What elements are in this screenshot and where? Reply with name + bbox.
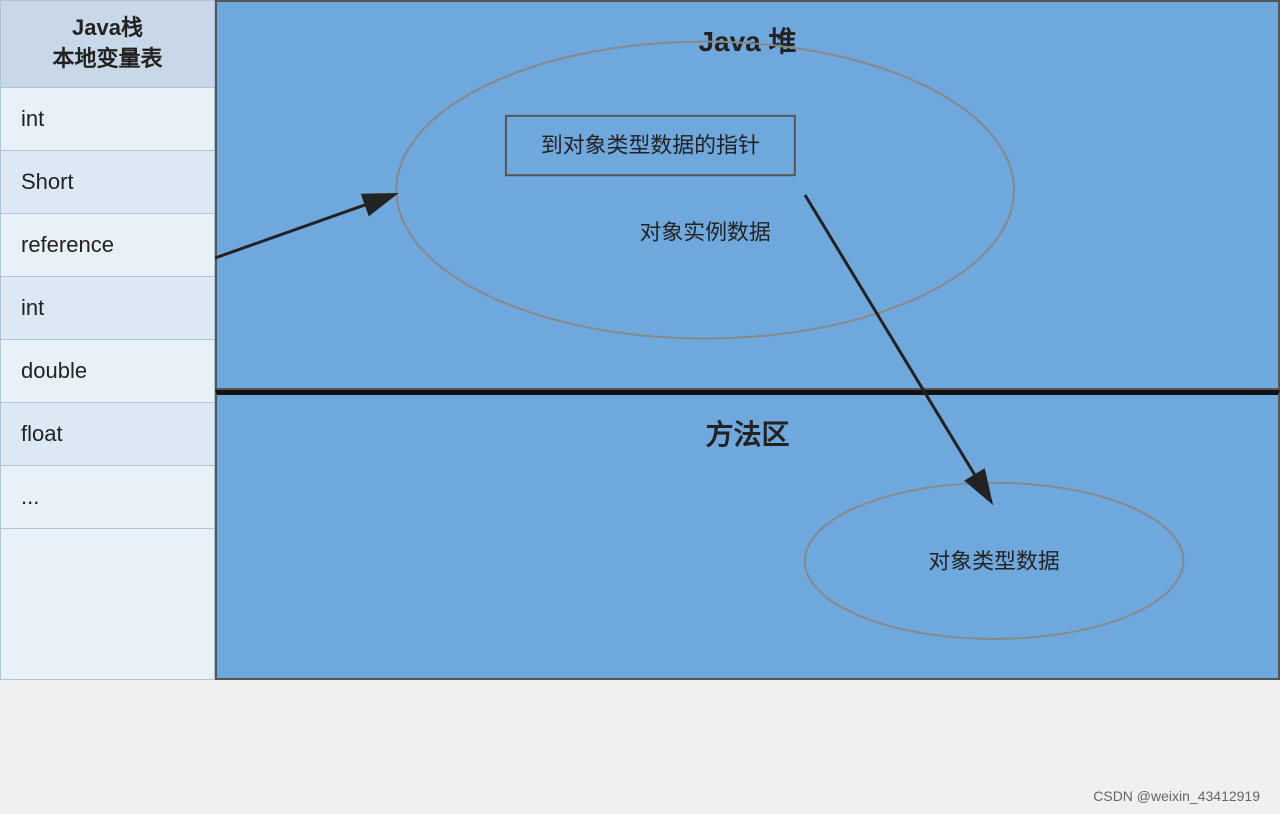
var-row-double: double (1, 340, 214, 403)
var-row-float: float (1, 403, 214, 466)
heap-section: Java 堆 到对象类型数据的指针 对象实例数据 (215, 0, 1280, 390)
main-container: Java栈本地变量表 int Short reference int doubl… (0, 0, 1280, 680)
svg-text:到对象类型数据的指针: 到对象类型数据的指针 (541, 133, 760, 158)
right-panel: Java 堆 到对象类型数据的指针 对象实例数据 方法区 对象类型数据 (215, 0, 1280, 680)
var-row-ellipsis: ... (1, 466, 214, 529)
heap-title: Java 堆 (217, 2, 1278, 60)
var-row-short: Short (1, 151, 214, 214)
svg-text:对象类型数据: 对象类型数据 (928, 549, 1059, 574)
footer-text: CSDN @weixin_43412919 (1093, 788, 1260, 804)
method-section: 方法区 对象类型数据 (215, 390, 1280, 680)
var-row-reference: reference (1, 214, 214, 277)
svg-text:对象实例数据: 对象实例数据 (639, 220, 770, 245)
var-row-int1: int (1, 88, 214, 151)
method-title: 方法区 (217, 395, 1278, 453)
left-panel: Java栈本地变量表 int Short reference int doubl… (0, 0, 215, 680)
left-panel-header: Java栈本地变量表 (1, 1, 214, 88)
var-row-int2: int (1, 277, 214, 340)
